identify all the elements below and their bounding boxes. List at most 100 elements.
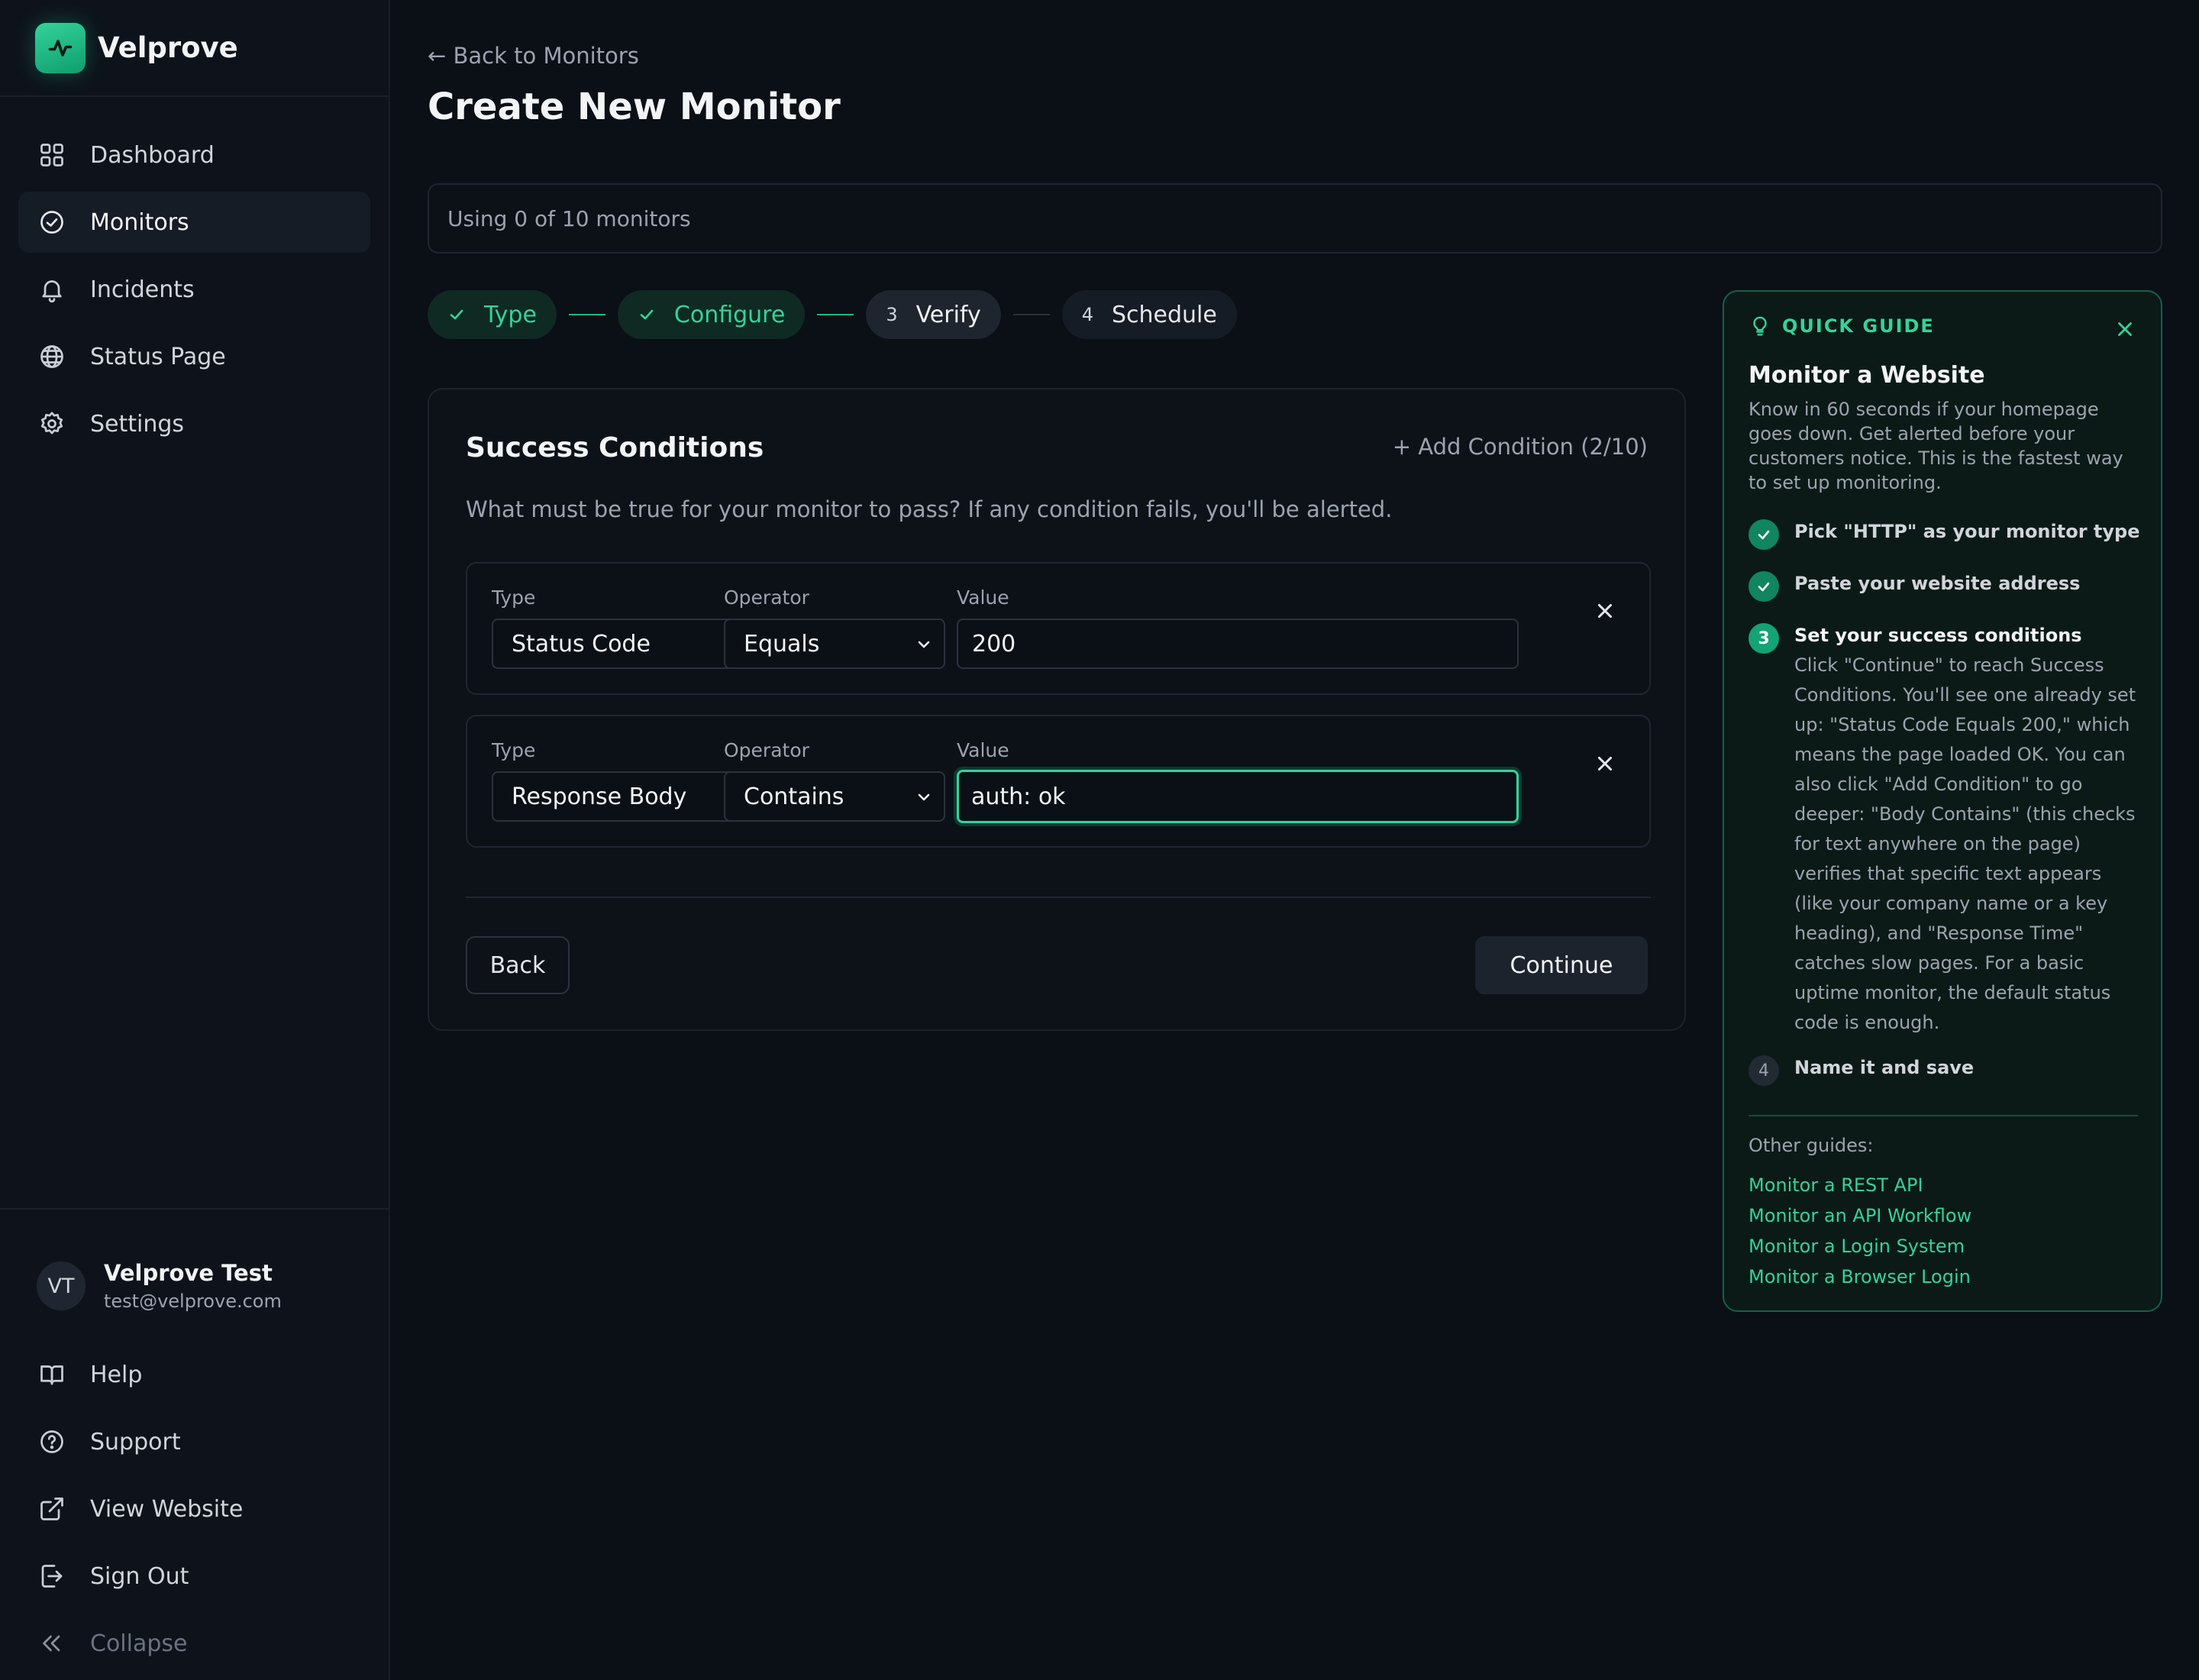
guide-link-api-workflow[interactable]: Monitor an API Workflow bbox=[1749, 1200, 1971, 1231]
close-guide-button[interactable] bbox=[2113, 318, 2136, 341]
select-value: Status Code bbox=[512, 630, 651, 657]
bell-icon bbox=[38, 276, 66, 303]
sidebar-item-status-page[interactable]: Status Page bbox=[18, 326, 370, 387]
condition-type-select[interactable]: Response Body bbox=[492, 771, 760, 822]
sidebar-item-label: Settings bbox=[90, 410, 185, 438]
step-label: Type bbox=[484, 301, 537, 328]
guide-header-label: QUICK GUIDE bbox=[1782, 315, 1935, 337]
guide-header: QUICK GUIDE bbox=[1749, 315, 1935, 338]
sidebar-item-sign-out[interactable]: Sign Out bbox=[18, 1546, 370, 1607]
guide-step-title: Set your success conditions bbox=[1794, 625, 2082, 646]
sidebar-item-label: Support bbox=[90, 1428, 181, 1455]
remove-condition-button[interactable] bbox=[1591, 750, 1619, 777]
user-profile[interactable]: VT Velprove Test test@velprove.com bbox=[0, 1210, 389, 1324]
quick-guide-panel: QUICK GUIDE Monitor a Website Know in 60… bbox=[1723, 290, 2162, 1312]
sidebar-item-monitors[interactable]: Monitors bbox=[18, 192, 370, 253]
step-connector bbox=[1012, 314, 1050, 315]
divider bbox=[466, 897, 1651, 898]
brand[interactable]: Velprove bbox=[0, 0, 389, 97]
sidebar: Velprove Dashboard Monitors Incidents St… bbox=[0, 0, 390, 1680]
check-circle-icon bbox=[38, 208, 66, 236]
condition-operator-select[interactable]: Equals bbox=[724, 619, 945, 669]
guide-link-login-system[interactable]: Monitor a Login System bbox=[1749, 1231, 1971, 1262]
sidebar-item-label: Sign Out bbox=[90, 1562, 189, 1590]
guide-step-title: Name it and save bbox=[1794, 1057, 1975, 1078]
guide-step-body: Click "Continue" to reach Success Condit… bbox=[1794, 654, 2136, 1033]
chevrons-left-icon bbox=[38, 1630, 66, 1657]
step-number-badge: 3 bbox=[1749, 623, 1779, 654]
activity-logo-icon bbox=[35, 22, 86, 73]
type-label: Type bbox=[492, 739, 536, 761]
sidebar-item-label: View Website bbox=[90, 1495, 244, 1523]
sidebar-item-dashboard[interactable]: Dashboard bbox=[18, 124, 370, 186]
gear-icon bbox=[38, 410, 66, 438]
guide-step-current: 3 Set your success conditions Click "Con… bbox=[1749, 623, 2142, 1038]
step-type[interactable]: Type bbox=[428, 290, 557, 339]
guide-step-title: Paste your website address bbox=[1794, 573, 2081, 594]
condition-value-input[interactable]: auth: ok bbox=[957, 770, 1519, 823]
guide-description: Know in 60 seconds if your homepage goes… bbox=[1749, 399, 2123, 493]
guide-link-browser-login[interactable]: Monitor a Browser Login bbox=[1749, 1262, 1971, 1292]
check-icon bbox=[1749, 519, 1779, 550]
avatar: VT bbox=[37, 1262, 86, 1310]
operator-label: Operator bbox=[724, 739, 809, 761]
sidebar-item-settings[interactable]: Settings bbox=[18, 393, 370, 454]
sidebar-footer: VT Velprove Test test@velprove.com Help … bbox=[0, 1208, 389, 1680]
sidebar-item-view-website[interactable]: View Website bbox=[18, 1478, 370, 1539]
condition-row: Type Operator Value Status Code Equals 2… bbox=[466, 562, 1651, 695]
check-icon bbox=[447, 305, 466, 324]
guide-step: 4 Name it and save bbox=[1749, 1055, 2142, 1086]
condition-type-select[interactable]: Status Code bbox=[492, 619, 760, 669]
card-description: What must be true for your monitor to pa… bbox=[466, 496, 1393, 522]
guide-link-rest-api[interactable]: Monitor a REST API bbox=[1749, 1170, 1971, 1200]
success-conditions-card: Success Conditions + Add Condition (2/10… bbox=[428, 388, 1686, 1031]
chevron-down-icon bbox=[915, 788, 933, 806]
sidebar-collapse-button[interactable]: Collapse bbox=[18, 1613, 370, 1674]
step-schedule[interactable]: 4 Schedule bbox=[1061, 290, 1237, 339]
type-label: Type bbox=[492, 586, 536, 609]
remove-condition-button[interactable] bbox=[1591, 597, 1619, 625]
page-title: Create New Monitor bbox=[428, 86, 841, 128]
guide-step-title: Pick "HTTP" as your monitor type bbox=[1794, 521, 2140, 542]
check-icon bbox=[1749, 571, 1779, 602]
step-configure[interactable]: Configure bbox=[617, 290, 806, 339]
condition-operator-select[interactable]: Contains bbox=[724, 771, 945, 822]
step-number: 3 bbox=[886, 304, 898, 325]
step-number-badge: 4 bbox=[1749, 1055, 1779, 1086]
guide-step: Pick "HTTP" as your monitor type bbox=[1749, 519, 2142, 550]
condition-value-input[interactable]: 200 bbox=[957, 619, 1519, 669]
grid-icon bbox=[38, 141, 66, 169]
brand-name: Velprove bbox=[98, 31, 238, 64]
usage-text: Using 0 of 10 monitors bbox=[447, 205, 691, 231]
sidebar-item-support[interactable]: Support bbox=[18, 1411, 370, 1472]
lightbulb-icon bbox=[1749, 315, 1771, 338]
other-guides-label: Other guides: bbox=[1749, 1135, 1874, 1156]
help-circle-icon bbox=[38, 1428, 66, 1455]
user-name: Velprove Test bbox=[104, 1260, 273, 1286]
continue-button[interactable]: Continue bbox=[1475, 936, 1648, 994]
operator-label: Operator bbox=[724, 586, 809, 609]
external-link-icon bbox=[38, 1495, 66, 1523]
sidebar-item-label: Incidents bbox=[90, 276, 195, 303]
step-label: Configure bbox=[673, 301, 786, 328]
sidebar-item-incidents[interactable]: Incidents bbox=[18, 259, 370, 320]
wizard-stepper: Type Configure 3 Verify 4 Schedule bbox=[428, 290, 1237, 339]
card-title: Success Conditions bbox=[466, 432, 764, 464]
sidebar-item-help[interactable]: Help bbox=[18, 1344, 370, 1405]
guide-title: Monitor a Website bbox=[1749, 362, 1985, 389]
select-value: Equals bbox=[744, 630, 820, 657]
user-email: test@velprove.com bbox=[104, 1291, 282, 1312]
back-to-monitors-link[interactable]: ← Back to Monitors bbox=[428, 43, 639, 69]
sidebar-item-label: Help bbox=[90, 1361, 143, 1388]
step-verify[interactable]: 3 Verify bbox=[866, 290, 1001, 339]
add-condition-button[interactable]: + Add Condition (2/10) bbox=[1393, 434, 1648, 460]
step-label: Verify bbox=[915, 301, 981, 328]
other-guides-list: Monitor a REST API Monitor an API Workfl… bbox=[1749, 1170, 1971, 1292]
globe-icon bbox=[38, 343, 66, 370]
close-icon bbox=[1598, 757, 1612, 771]
condition-row: Type Operator Value Response Body Contai… bbox=[466, 715, 1651, 848]
sidebar-item-label: Monitors bbox=[90, 208, 189, 236]
usage-banner: Using 0 of 10 monitors bbox=[428, 183, 2162, 254]
sign-out-icon bbox=[38, 1562, 66, 1590]
back-button[interactable]: Back bbox=[466, 936, 570, 994]
